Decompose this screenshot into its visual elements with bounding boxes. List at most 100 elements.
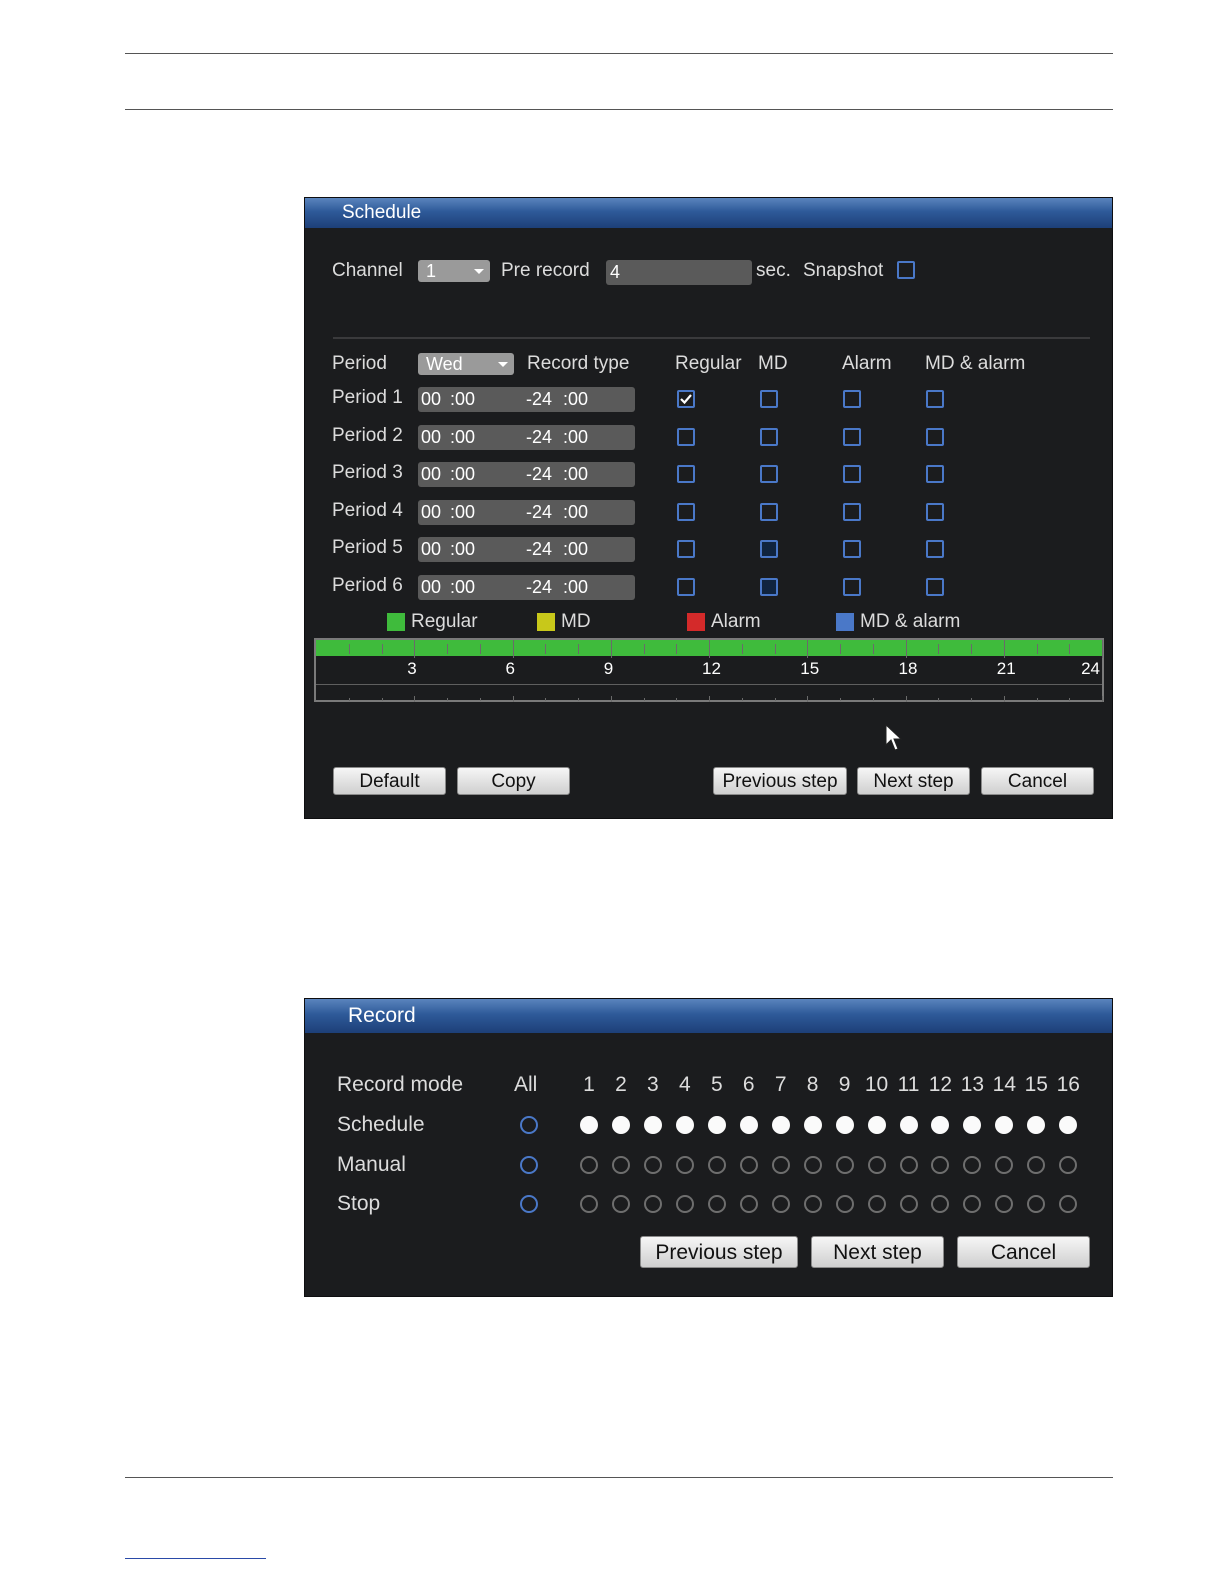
manual-channel-8-radio[interactable] [803, 1155, 822, 1174]
record-cancel-button[interactable]: Cancel [957, 1236, 1090, 1268]
record-previous-step-button[interactable]: Previous step [640, 1236, 798, 1268]
stop-channel-1-radio[interactable] [580, 1195, 598, 1213]
stop-channel-10-radio[interactable] [867, 1195, 886, 1213]
stop-channel-11-radio[interactable] [899, 1195, 918, 1213]
stop-channel-12-radio[interactable] [931, 1195, 950, 1213]
manual-channel-10-radio[interactable] [867, 1155, 886, 1174]
stop-channel-14-radio[interactable] [995, 1195, 1014, 1213]
default-button[interactable]: Default [333, 767, 446, 795]
manual-channel-13-radio[interactable] [963, 1155, 982, 1174]
period-1-md-alarm-checkbox[interactable] [926, 390, 944, 408]
period-time-range[interactable]: 00:00 -24:00 [418, 537, 635, 562]
period-3-md-alarm-checkbox[interactable] [926, 465, 944, 483]
period-6-alarm-checkbox[interactable] [843, 577, 861, 596]
period-5-md-checkbox[interactable] [760, 540, 778, 558]
schedule-all-radio[interactable] [520, 1116, 538, 1134]
period-5-md-alarm-checkbox[interactable] [926, 540, 944, 558]
schedule-channel-7-radio[interactable] [771, 1116, 790, 1134]
period-3-alarm-checkbox[interactable] [843, 465, 861, 483]
stop-channel-15-radio[interactable] [1027, 1195, 1046, 1213]
period-1-alarm-checkbox[interactable] [843, 390, 861, 408]
stop-channel-6-radio[interactable] [739, 1195, 758, 1213]
schedule-channel-1-radio[interactable] [580, 1116, 598, 1134]
schedule-channel-15-radio[interactable] [1027, 1116, 1046, 1134]
period-5-regular-checkbox[interactable] [677, 540, 695, 558]
manual-all-radio[interactable] [520, 1155, 538, 1174]
manual-channel-14-radio[interactable] [995, 1155, 1014, 1174]
schedule-channel-14-radio[interactable] [995, 1116, 1014, 1134]
period-time-range[interactable]: 00:00 -24:00 [418, 387, 635, 412]
period-time-range[interactable]: 00:00 -24:00 [418, 424, 635, 450]
period-6-md-checkbox[interactable] [760, 577, 778, 596]
schedule-channel-13-radio[interactable] [963, 1116, 982, 1134]
period-6-md-alarm-checkbox[interactable] [926, 577, 944, 596]
manual-channel-6-radio[interactable] [739, 1155, 758, 1174]
period-2-md-checkbox[interactable] [760, 427, 778, 446]
day-select[interactable]: Wed [418, 353, 514, 375]
manual-channel-1-radio[interactable] [580, 1155, 598, 1174]
period-3-regular-checkbox[interactable] [677, 465, 695, 483]
period-2-alarm-checkbox[interactable] [843, 427, 861, 446]
all-label: All [514, 1073, 538, 1096]
next-step-button[interactable]: Next step [857, 767, 970, 795]
stop-channel-9-radio[interactable] [835, 1195, 854, 1213]
schedule-channel-5-radio[interactable] [707, 1116, 726, 1134]
period-4-alarm-checkbox[interactable] [843, 502, 861, 521]
manual-channel-11-radio[interactable] [899, 1155, 918, 1174]
cancel-button[interactable]: Cancel [981, 767, 1094, 795]
period-5-alarm-checkbox[interactable] [843, 540, 861, 558]
stop-channel-16-radio[interactable] [1059, 1195, 1078, 1213]
manual-channel-15-radio[interactable] [1027, 1155, 1046, 1174]
prerecord-input[interactable]: 4 [606, 260, 752, 285]
timeline-hour-label: 6 [505, 659, 515, 678]
manual-channel-7-radio[interactable] [771, 1155, 790, 1174]
period-4-md-checkbox[interactable] [760, 502, 778, 521]
schedule-channel-10-radio[interactable] [867, 1116, 886, 1134]
period-2-regular-checkbox[interactable] [677, 427, 695, 446]
record-next-step-button[interactable]: Next step [811, 1236, 944, 1268]
period-time-range[interactable]: 00:00 -24:00 [418, 462, 635, 487]
stop-channel-2-radio[interactable] [611, 1195, 630, 1213]
period-1-md-checkbox[interactable] [760, 390, 778, 408]
copy-button[interactable]: Copy [457, 767, 570, 795]
period-4-md-alarm-checkbox[interactable] [926, 502, 944, 521]
period-2-md-alarm-checkbox[interactable] [926, 427, 944, 446]
manual-channel-3-radio[interactable] [643, 1155, 662, 1174]
period-4-regular-checkbox[interactable] [677, 502, 695, 521]
snapshot-checkbox[interactable] [897, 261, 915, 279]
schedule-channel-8-radio[interactable] [803, 1116, 822, 1134]
previous-step-button[interactable]: Previous step [713, 767, 847, 795]
stop-all-radio[interactable] [520, 1195, 538, 1213]
manual-channel-9-radio[interactable] [835, 1155, 854, 1174]
stop-channel-3-radio[interactable] [643, 1195, 662, 1213]
manual-channel-2-radio[interactable] [611, 1155, 630, 1174]
record-title-bar: Record [305, 999, 1112, 1033]
schedule-channel-16-radio[interactable] [1059, 1116, 1078, 1134]
manual-channel-5-radio[interactable] [707, 1155, 726, 1174]
schedule-timeline[interactable]: 3 6 9 12 15 18 21 24 [314, 638, 1104, 702]
schedule-channel-11-radio[interactable] [899, 1116, 918, 1134]
schedule-channel-3-radio[interactable] [643, 1116, 662, 1134]
timeline-tick [381, 644, 383, 654]
stop-channel-5-radio[interactable] [707, 1195, 726, 1213]
manual-channel-12-radio[interactable] [931, 1155, 950, 1174]
stop-channel-8-radio[interactable] [803, 1195, 822, 1213]
channel-select[interactable]: 1 [418, 260, 490, 282]
period-time-range[interactable]: 00:00 -24:00 [418, 499, 635, 525]
stop-channel-4-radio[interactable] [675, 1195, 694, 1213]
manual-channel-4-radio[interactable] [675, 1155, 694, 1174]
period-1-regular-checkbox[interactable] [677, 390, 695, 408]
schedule-channel-4-radio[interactable] [675, 1116, 694, 1134]
period-6-regular-checkbox[interactable] [677, 577, 695, 596]
schedule-channel-6-radio[interactable] [739, 1116, 758, 1134]
schedule-channel-12-radio[interactable] [931, 1116, 950, 1134]
period-time-range[interactable]: 00:00 -24:00 [418, 574, 635, 600]
schedule-channel-2-radio[interactable] [611, 1116, 630, 1134]
period-3-md-checkbox[interactable] [760, 465, 778, 483]
manual-channel-16-radio[interactable] [1059, 1155, 1078, 1174]
timeline-tick [1102, 696, 1103, 702]
stop-channel-13-radio[interactable] [963, 1195, 982, 1213]
timeline-tick [512, 640, 514, 658]
stop-channel-7-radio[interactable] [771, 1195, 790, 1213]
schedule-channel-9-radio[interactable] [835, 1116, 854, 1134]
